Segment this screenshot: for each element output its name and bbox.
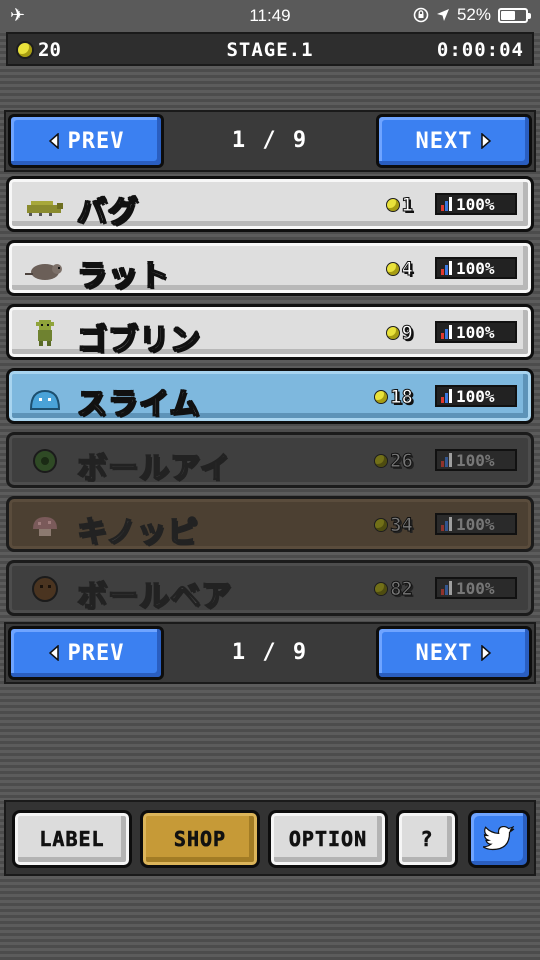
location-arrow-icon [436, 9, 449, 21]
coin-icon [385, 262, 400, 276]
monster-price: 1 [385, 194, 414, 217]
price-value: 34 [390, 514, 414, 537]
monster-price: 34 [374, 514, 414, 537]
next-label: NEXT [415, 128, 473, 154]
coin-icon [374, 390, 389, 404]
monster-name: キノッピ [76, 514, 199, 551]
option-button[interactable]: OPTION [268, 810, 388, 868]
battery-percent: 52% [456, 5, 491, 24]
monster-row-rat[interactable]: ラット 4 100% [6, 240, 534, 296]
bar-chart-icon [441, 453, 452, 467]
status-right: 52% [413, 5, 531, 25]
monster-rate: 100% [435, 577, 517, 599]
orientation-lock-icon [413, 7, 429, 23]
price-value: 26 [390, 450, 414, 473]
monster-rate: 100% [435, 513, 517, 535]
shop-button-text: SHOP [173, 827, 227, 852]
elapsed-timer: 0:00:04 [436, 39, 524, 61]
price-value: 9 [401, 322, 413, 345]
monster-name: ラット [76, 258, 170, 295]
coin-icon [374, 454, 389, 468]
rate-value: 100% [456, 322, 495, 342]
monster-rate: 100% [435, 385, 517, 407]
monster-name: バグ [76, 194, 139, 231]
twitter-bird-icon [483, 826, 515, 851]
coin-icon [385, 326, 400, 340]
twitter-button[interactable] [468, 810, 530, 868]
monster-rate: 100% [435, 193, 517, 215]
game-hud: 20 STAGE.1 0:00:04 [6, 32, 534, 66]
monster-row-slime[interactable]: スライム 18 100% [6, 368, 534, 424]
shop-button[interactable]: SHOP [140, 810, 260, 868]
bar-chart-icon [441, 581, 452, 595]
rate-value: 100% [456, 194, 495, 214]
monster-row-mushroom[interactable]: キノッピ 34 100% [6, 496, 534, 552]
bar-chart-icon [441, 325, 452, 339]
monster-row-bug[interactable]: バグ 1 100% [6, 176, 534, 232]
help-button[interactable]: ? [396, 810, 458, 868]
monster-row-ball-bear[interactable]: ボールベア 82 100% [6, 560, 534, 616]
coin-icon [385, 198, 400, 212]
price-value: 82 [390, 578, 414, 601]
monster-price: 26 [374, 450, 414, 473]
goblin-icon [36, 320, 54, 346]
rate-value: 100% [456, 258, 495, 278]
price-value: 18 [390, 386, 414, 409]
monster-row-ball-eye[interactable]: ボールアイ 26 100% [6, 432, 534, 488]
footer-toolbar: LABEL SHOP OPTION ? [4, 800, 536, 876]
monster-name: ボールベア [76, 578, 232, 615]
monster-name: ゴブリン [76, 322, 201, 359]
price-value: 1 [401, 194, 413, 217]
bar-chart-icon [441, 517, 452, 531]
rate-value: 100% [456, 386, 495, 406]
monster-price: 18 [374, 386, 414, 409]
pager-bottom: PREV 1 / 9 NEXT [4, 622, 536, 684]
arrow-right-icon [481, 645, 492, 661]
label-button-text: LABEL [39, 827, 105, 852]
slime-icon [29, 389, 61, 410]
monster-rate: 100% [435, 449, 517, 471]
monster-name: スライム [76, 386, 201, 423]
coin-icon [374, 582, 389, 596]
label-button[interactable]: LABEL [12, 810, 132, 868]
next-page-button[interactable]: NEXT [376, 114, 532, 168]
monster-price: 82 [374, 578, 414, 601]
option-button-text: OPTION [288, 827, 368, 852]
status-bar: ✈ 11:49 52% [0, 0, 540, 32]
monster-price: 4 [385, 258, 414, 281]
mushroom-icon [33, 517, 57, 536]
ball-eye-icon [33, 449, 57, 473]
battery-icon [498, 7, 531, 23]
rate-value: 100% [456, 578, 495, 598]
rat-icon [25, 264, 62, 280]
bar-chart-icon [441, 261, 452, 275]
bug-icon [27, 201, 63, 216]
monster-row-goblin[interactable]: ゴブリン 9 100% [6, 304, 534, 360]
monster-name: ボールアイ [76, 450, 231, 487]
monster-rate: 100% [435, 321, 517, 343]
rate-value: 100% [456, 514, 495, 534]
next-page-button[interactable]: NEXT [376, 626, 532, 680]
arrow-right-icon [481, 133, 492, 149]
monster-rate: 100% [435, 257, 517, 279]
price-value: 4 [401, 258, 413, 281]
pager-top: PREV 1 / 9 NEXT [4, 110, 536, 172]
rate-value: 100% [456, 450, 495, 470]
bar-chart-icon [441, 197, 452, 211]
help-button-text: ? [420, 827, 434, 852]
bar-chart-icon [441, 389, 452, 403]
ball-bear-icon [32, 576, 58, 602]
next-label: NEXT [415, 640, 473, 666]
monster-price: 9 [385, 322, 414, 345]
coin-icon [374, 518, 389, 532]
